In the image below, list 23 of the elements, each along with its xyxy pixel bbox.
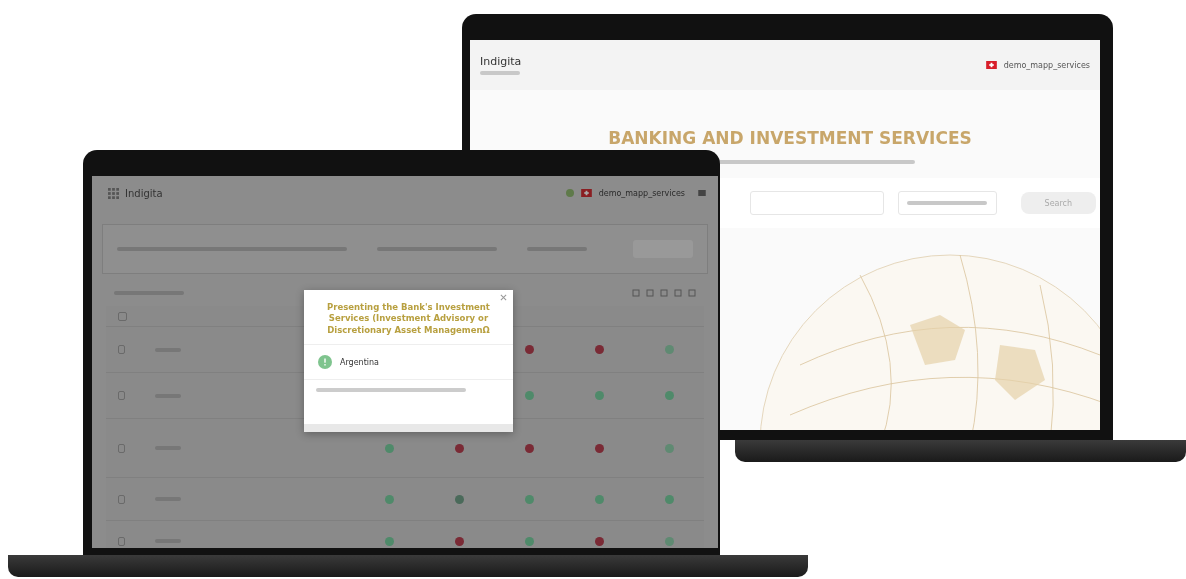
username-text[interactable]: demo_mapp_services: [598, 188, 685, 198]
checkbox[interactable]: [118, 311, 127, 321]
checkbox[interactable]: [118, 391, 125, 400]
modal-title: Presenting the Bank's Investment Services (Investment Advisory or Discretionary Asset ManagemenΩ: [304, 290, 513, 346]
checkbox[interactable]: [118, 345, 125, 354]
username-text[interactable]: demo_mapp_services: [1003, 60, 1090, 70]
checkbox[interactable]: [118, 443, 125, 453]
menu-icon[interactable]: [698, 190, 706, 196]
logo-text: Indigita: [125, 187, 163, 199]
country-field[interactable]: [897, 191, 997, 215]
checkbox[interactable]: [118, 494, 125, 504]
page-title: BANKING AND INVESTMENT SERVICES: [607, 128, 973, 148]
logo-text: Indigita: [480, 55, 522, 68]
blurred-text: [480, 71, 520, 75]
app-grid-icon[interactable]: [108, 187, 119, 199]
info-icon: [318, 355, 332, 370]
country-name: Argentina: [340, 357, 380, 367]
flag-icon[interactable]: [985, 61, 997, 69]
chapter-field[interactable]: [750, 191, 884, 215]
flag-icon[interactable]: [580, 189, 592, 197]
checkbox[interactable]: [118, 536, 125, 546]
close-icon[interactable]: [500, 294, 507, 301]
status-icon: [565, 189, 574, 197]
